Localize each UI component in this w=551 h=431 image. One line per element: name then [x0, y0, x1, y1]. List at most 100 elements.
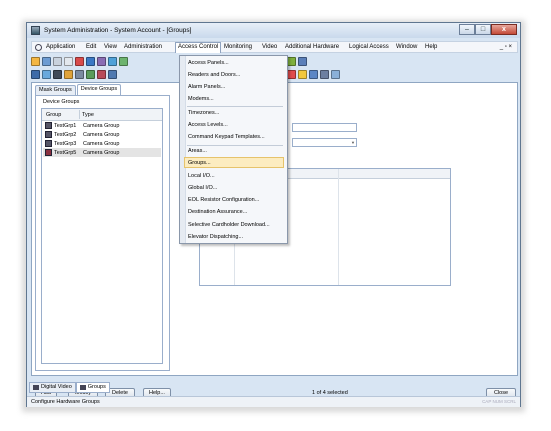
group-name: TestGrp3 [54, 140, 77, 147]
mdi-tab-label: Groups [87, 384, 106, 390]
camera-group-icon [45, 131, 52, 138]
group-list[interactable]: Group Type TestGrp1 Camera Group TestGrp… [41, 108, 163, 364]
window-controls: – □ x [459, 24, 517, 35]
chevron-down-icon: ▼ [351, 140, 355, 145]
group-type-select[interactable]: ▼ [292, 138, 357, 147]
panel-icon[interactable] [53, 69, 62, 79]
menu-item-elevator-dispatching[interactable]: Elevator Dispatching... [188, 234, 243, 240]
menu-item-modems[interactable]: Modems... [188, 96, 214, 102]
menu-item-access-panels[interactable]: Access Panels... [188, 60, 229, 66]
print-icon[interactable] [53, 56, 62, 66]
home-icon[interactable] [31, 56, 40, 66]
group-name: TestGrp1 [54, 122, 77, 129]
maximize-button[interactable]: □ [475, 24, 491, 35]
menu-monitoring[interactable]: Monitoring [224, 44, 252, 50]
key-indicators: CAP NUM SCRL [482, 399, 516, 404]
status-bar: Configure Hardware Groups CAP NUM SCRL [27, 396, 520, 407]
mdi-tabs: Digital Video Groups [29, 382, 110, 393]
menu-item-timezones[interactable]: Timezones... [188, 110, 219, 116]
menu-separator [187, 145, 283, 146]
list-item-selected[interactable]: TestGrp5 Camera Group [43, 148, 161, 157]
person-icon[interactable] [309, 69, 318, 79]
video-icon [33, 385, 39, 390]
settings-icon[interactable] [31, 69, 40, 79]
group-type: Camera Group [83, 140, 120, 147]
column-type[interactable]: Type [82, 112, 94, 118]
menu-item-destination-assurance[interactable]: Destination Assurance... [188, 209, 247, 215]
menu-item-access-levels[interactable]: Access Levels... [188, 122, 228, 128]
menu-edit[interactable]: Edit [86, 44, 96, 50]
message-icon[interactable] [298, 69, 307, 79]
menu-item-command-keypad-templates[interactable]: Command Keypad Templates... [188, 134, 265, 140]
menu-item-areas[interactable]: Areas... [188, 148, 207, 154]
door-icon[interactable] [287, 56, 296, 66]
menu-view[interactable]: View [104, 44, 117, 50]
view-icon[interactable] [108, 69, 117, 79]
network-icon[interactable] [108, 56, 117, 66]
menu-item-groups[interactable]: Groups... [188, 160, 211, 166]
grid-column-divider [338, 169, 339, 285]
help-icon[interactable] [64, 56, 73, 66]
menu-gutter [180, 56, 186, 243]
menu-help[interactable]: Help [425, 44, 437, 50]
list-item[interactable]: TestGrp2 Camera Group [43, 130, 161, 139]
camera-group-icon [45, 149, 52, 156]
mdi-tab-groups[interactable]: Groups [75, 382, 110, 393]
access-control-dropdown: Access Panels... Readers and Doors... Al… [179, 55, 288, 244]
open-icon[interactable] [42, 56, 51, 66]
camera-icon[interactable] [119, 56, 128, 66]
link-icon[interactable] [298, 56, 307, 66]
device-groups-label: Device Groups [43, 99, 80, 105]
menu-item-global-io[interactable]: Global I/O... [188, 185, 217, 191]
menu-video[interactable]: Video [262, 44, 277, 50]
menu-item-alarm-panels[interactable]: Alarm Panels... [188, 84, 225, 90]
tab-device-groups[interactable]: Device Groups [76, 84, 122, 95]
close-window-button[interactable]: x [491, 24, 517, 35]
group-type: Camera Group [83, 149, 120, 156]
menu-item-local-io[interactable]: Local I/O... [188, 173, 215, 179]
monitor-icon[interactable] [86, 56, 95, 66]
mdi-tab-digital-video[interactable]: Digital Video [29, 382, 76, 393]
group-type: Camera Group [83, 131, 120, 138]
menu-administration[interactable]: Administration [124, 44, 162, 50]
stop-icon[interactable] [287, 69, 296, 79]
device-groups-panel: Device Groups Group Type TestGrp1 Camera… [35, 95, 170, 371]
tab-mask-groups[interactable]: Mask Groups [35, 85, 76, 95]
list-item[interactable]: TestGrp3 Camera Group [43, 139, 161, 148]
menu-additional-hardware[interactable]: Additional Hardware [285, 44, 339, 50]
folder-icon[interactable] [64, 69, 73, 79]
mdi-window-controls[interactable]: _ ▫ × [500, 44, 512, 50]
group-name: TestGrp5 [54, 149, 77, 156]
menu-separator [187, 106, 283, 107]
list-item[interactable]: TestGrp1 Camera Group [43, 121, 161, 130]
menu-access-control[interactable]: Access Control [175, 42, 222, 53]
menu-bar: Application Edit View Administration Acc… [31, 41, 518, 53]
list-icon[interactable] [42, 69, 51, 79]
users-icon[interactable] [97, 56, 106, 66]
minimize-button[interactable]: – [459, 24, 475, 35]
menu-application[interactable]: Application [46, 44, 75, 50]
camera-group-icon [45, 122, 52, 129]
window-title: System Administration - System Account -… [44, 27, 192, 34]
tools-icon[interactable] [331, 69, 340, 79]
report-icon[interactable] [75, 69, 84, 79]
column-group[interactable]: Group [46, 112, 61, 118]
menu-item-readers-doors[interactable]: Readers and Doors... [188, 72, 240, 78]
menu-window[interactable]: Window [396, 44, 417, 50]
person-add-icon[interactable] [320, 69, 329, 79]
system-menu-icon[interactable] [35, 44, 42, 51]
group-name: TestGrp2 [54, 131, 77, 138]
status-text: Configure Hardware Groups [31, 399, 100, 405]
record-icon[interactable] [97, 69, 106, 79]
list-header: Group Type [42, 109, 162, 121]
column-divider[interactable] [79, 110, 80, 119]
groups-icon [79, 385, 86, 390]
group-name-field[interactable] [292, 123, 357, 132]
alarm-icon[interactable] [75, 56, 84, 66]
menu-logical-access[interactable]: Logical Access [349, 44, 389, 50]
menu-item-selective-cardholder-download[interactable]: Selective Cardholder Download... [188, 222, 270, 228]
menu-item-eol-resistor-configuration[interactable]: EOL Resistor Configuration... [188, 197, 259, 203]
title-bar: System Administration - System Account -… [27, 23, 520, 38]
group-tabs: Mask Groups Device Groups [35, 84, 122, 95]
device-icon[interactable] [86, 69, 95, 79]
